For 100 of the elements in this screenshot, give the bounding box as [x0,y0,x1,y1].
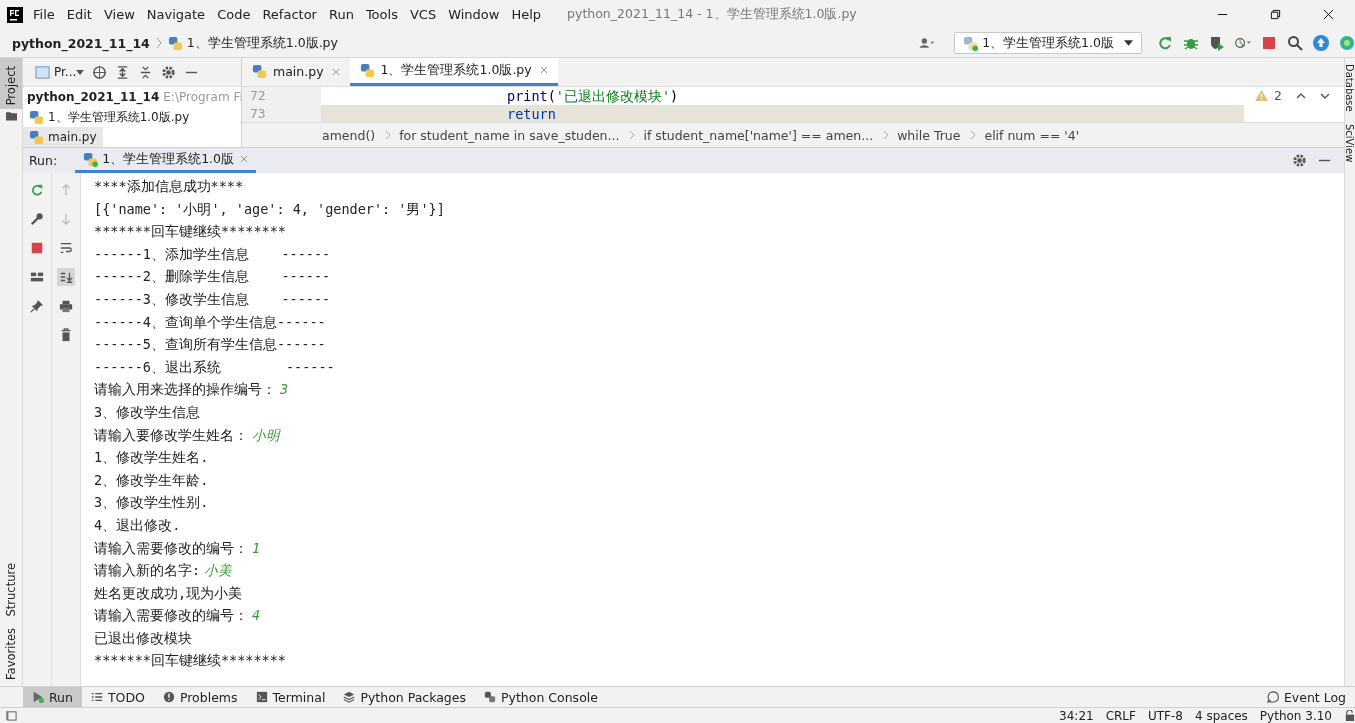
console-text: 1、修改学生姓名. [94,448,209,468]
panel-icon [35,64,50,80]
tool-window-tab[interactable]: Python Packages [334,687,475,707]
search-icon[interactable] [1287,35,1303,51]
menu-item[interactable]: Code [217,7,251,22]
tool-window-tab[interactable]: TODO [81,687,154,707]
chevron-down-icon[interactable] [1320,92,1330,99]
crosshair-icon[interactable] [92,64,108,80]
menu-item[interactable]: Edit [66,7,92,22]
menu-item[interactable]: Run [328,7,354,22]
exclamation-icon [162,691,175,703]
menu-item[interactable]: Help [511,7,542,22]
stop-icon[interactable] [1261,35,1277,51]
layout-toggle-icon[interactable] [6,710,17,721]
console-text: ------6、退出系统 ------ [94,357,335,377]
caret-icon [1124,40,1133,46]
console-text: 请输入需要修改的编号： [94,538,248,558]
code-breadcrumb[interactable]: for student_name in save_studen... [399,127,620,143]
status-item[interactable]: Python 3.10 [1259,708,1332,723]
run-panel-label: Run: [29,153,58,168]
update-icon[interactable] [1313,35,1329,51]
python-file-icon [29,109,44,125]
rerun-icon[interactable] [1157,35,1173,51]
chevron-icon [970,129,977,142]
caret-icon[interactable] [76,69,85,75]
project-tool-tab[interactable]: Project [0,58,22,110]
warning-count[interactable]: 2 [1274,88,1282,104]
console-text: 请输入用来选择的操作编号： [94,380,276,400]
breadcrumb-file[interactable]: 1、学生管理系统1.0版.py [186,34,338,52]
side-tool-tab[interactable]: Favorites [0,622,22,686]
menu-item[interactable]: Tools [365,7,398,22]
status-item[interactable]: 34:21 [1059,708,1094,723]
side-tool-tab[interactable]: Structure [0,556,22,623]
code-breadcrumb[interactable]: elif num == '4' [984,127,1080,143]
project-path: E:\Program Fi [163,90,241,104]
breadcrumb-project[interactable]: python_2021_11_14 [12,35,150,51]
event-log-tab[interactable]: Event Log [1257,687,1355,707]
pin-icon[interactable] [28,297,46,315]
console-text: 请输入新的名字: [94,561,201,581]
menu-item[interactable]: Window [448,7,500,22]
menu-item[interactable]: Navigate [146,7,206,22]
editor-tab[interactable]: main.py [242,58,350,86]
console-text: 3、修改学生性别. [94,493,209,513]
menu-item[interactable]: Refactor [262,7,317,22]
user-icon[interactable] [919,35,936,51]
speech-bubble-icon [1266,691,1279,703]
menu-item[interactable]: File [33,7,55,22]
console-text: ------3、修改学生信息 ------ [94,289,331,309]
console-text: 姓名更改成功,现为小美 [94,583,243,603]
editor-tab[interactable]: 1、学生管理系统1.0版.py [349,58,558,86]
console-text: 请输入需要修改的编号： [94,606,248,626]
status-item[interactable]: 4 spaces [1194,708,1248,723]
status-item[interactable]: UTF-8 [1147,708,1183,723]
tool-window-tab[interactable]: Run [23,687,82,707]
python-icon [83,151,99,167]
menu-item[interactable]: VCS [409,7,437,22]
tree-root-item[interactable]: python_2021_11_14 [27,90,160,104]
run-icon [32,691,44,703]
project-view-dropdown[interactable]: Pr... [54,65,77,79]
tool-window-tab[interactable]: Terminal [246,687,335,707]
run-configuration-dropdown[interactable]: 1、学生管理系统1.0版 [954,32,1142,54]
chevron-up-icon[interactable] [1296,92,1306,99]
line-number: 73 [250,104,267,123]
typed-input-text: 3 [280,380,289,400]
window-title: python_2021_11_14 - 1、学生管理系统1.0版.py [567,6,857,23]
console-tab[interactable]: 1、学生管理系统1.0版 [75,148,257,173]
code-line: return [507,105,556,122]
tool-window-tab[interactable]: Problems [153,687,247,707]
console-text: ------4、查询单个学生信息------ [94,312,326,332]
wrench-icon[interactable] [28,210,46,228]
tree-file-item[interactable]: 1、学生管理系统1.0版.py [23,107,241,127]
line-number: 72 [250,86,267,105]
lock-icon[interactable] [1344,710,1355,721]
typed-input-text: 小美 [204,561,233,581]
settings-icon[interactable] [1292,153,1307,168]
menu-item[interactable]: View [103,7,135,22]
console-text: 3、修改学生信息 [94,402,201,422]
close-icon[interactable] [1323,9,1334,20]
code-breadcrumb[interactable]: while True [897,127,961,143]
python-file-icon [359,62,375,78]
typed-input-text: 小明 [252,425,280,445]
stack-icon [343,691,356,703]
chevron-icon [883,129,890,142]
status-item[interactable]: CRLF [1105,708,1136,723]
code-breadcrumb[interactable]: if student_name['name'] == amen... [643,127,874,143]
app-logo-icon [7,6,23,23]
settings-icon[interactable] [161,64,177,80]
tool-window-tab[interactable]: Python Console [475,687,607,707]
tree-file-item[interactable]: main.py [23,127,103,147]
console-text: ------5、查询所有学生信息------ [94,335,326,355]
profile-icon[interactable] [1235,35,1251,51]
console-text: ------1、添加学生信息 ------ [94,244,331,264]
typed-input-text: 1 [252,538,261,558]
console-text: 4、退出修改. [94,515,181,535]
python-file-icon [29,129,44,145]
code-breadcrumb[interactable]: amend() [322,127,376,143]
restore-icon[interactable] [1270,9,1281,20]
coverage-icon[interactable] [1209,35,1225,51]
scroll-to-end-icon[interactable] [57,268,75,286]
console-text: 已退出修改模块 [94,628,192,648]
